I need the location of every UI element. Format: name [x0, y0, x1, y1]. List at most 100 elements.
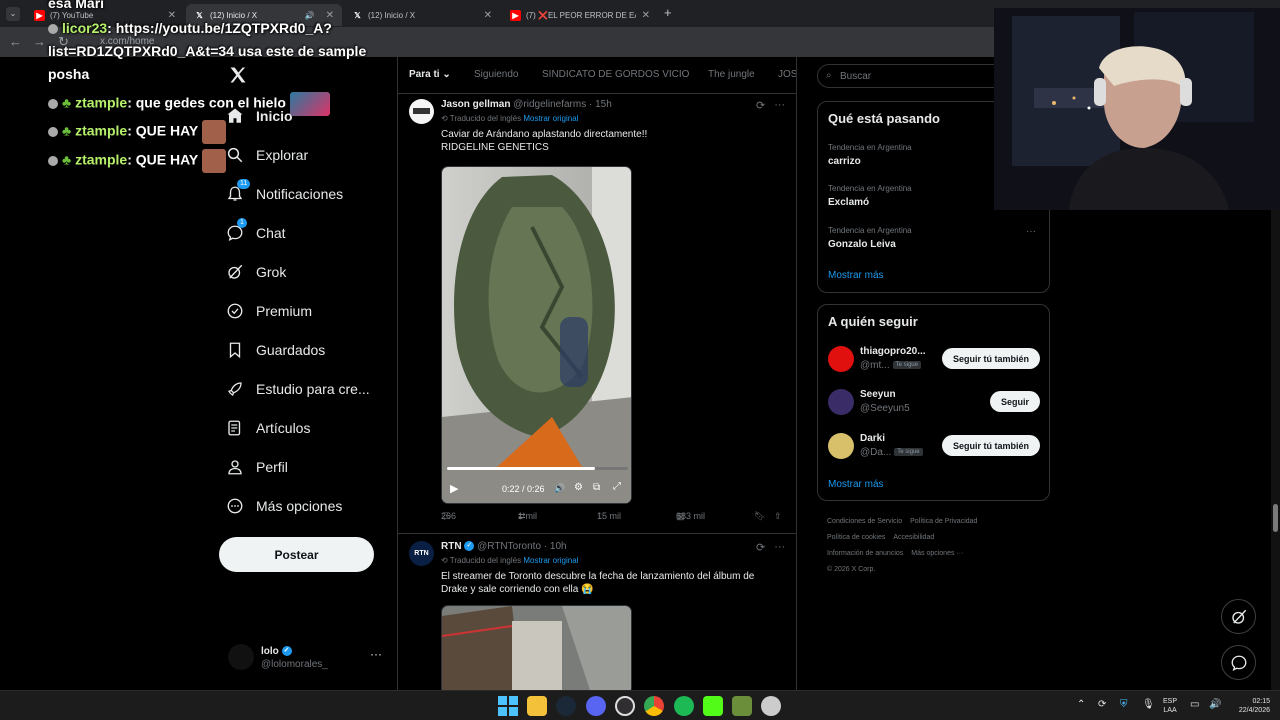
kick-icon[interactable] — [703, 696, 723, 716]
footer-link[interactable]: Información de anuncios — [827, 550, 903, 557]
discord-icon[interactable] — [586, 696, 606, 716]
author-handle[interactable]: @ridgelinefarms — [513, 99, 586, 110]
avatar[interactable] — [828, 389, 854, 415]
more-icon[interactable]: ··· — [774, 541, 785, 554]
bookmark-icon[interactable]: 🔖︎ — [754, 511, 765, 522]
browser-tab-youtube-2[interactable]: ▶ (7) ❌EL PEOR ERROR DE EA S ✕ — [502, 4, 658, 26]
more-icon[interactable]: ··· — [774, 99, 785, 112]
tray-shield-icon[interactable]: ⛨ — [1120, 700, 1128, 710]
post-button[interactable]: Postear — [219, 537, 374, 572]
suggestion-name[interactable]: Seeyun — [860, 389, 896, 400]
back-icon[interactable]: ← — [9, 34, 22, 49]
tab-the-jungle[interactable]: The jungle — [708, 69, 755, 80]
forward-icon[interactable]: → — [33, 34, 46, 49]
play-icon[interactable]: ▶ — [450, 482, 458, 495]
tweet[interactable]: Jason gellman @ridgelinefarms · 15h ⟳ ···… — [398, 99, 796, 534]
footer-link[interactable]: Más opciones ··· — [911, 550, 963, 557]
follow-suggestion[interactable]: Darki @Da... Te sigue Seguir tú también — [828, 432, 1040, 462]
x-logo-icon[interactable] — [228, 65, 248, 85]
tab-siguiendo[interactable]: Siguiendo — [474, 69, 518, 80]
nav-item-estudio[interactable]: Estudio para cre... — [226, 374, 370, 404]
more-icon[interactable]: ··· — [370, 647, 382, 661]
fullscreen-icon[interactable]: ⤢ — [613, 481, 621, 492]
reload-icon[interactable]: ↻ — [58, 34, 69, 50]
nav-item-mas-opciones[interactable]: Más opciones — [226, 491, 342, 521]
messages-float-button[interactable] — [1221, 645, 1256, 680]
close-tab-icon[interactable]: ✕ — [326, 10, 334, 21]
spotify-icon[interactable] — [674, 696, 694, 716]
clock[interactable]: 02:15 22/4/2026 — [1226, 697, 1270, 715]
footer-link[interactable]: Condiciones de Servicio — [827, 518, 902, 525]
follow-suggestion[interactable]: Seeyun @Seeyun5 Seguir — [828, 388, 1040, 418]
nav-item-premium[interactable]: Premium — [226, 296, 312, 326]
app-icon[interactable] — [761, 696, 781, 716]
author-name[interactable]: RTN — [441, 541, 462, 552]
browser-tab-x[interactable]: 𝕏 (12) Inicio / X ✕ — [344, 4, 500, 26]
language-indicator[interactable]: ESP LAA — [1163, 697, 1177, 715]
nav-item-guardados[interactable]: Guardados — [226, 335, 325, 365]
nav-item-notificaciones[interactable]: 11 Notificaciones — [226, 179, 343, 209]
trend-item[interactable]: Tendencia en Argentina carrizo — [828, 143, 912, 167]
follow-back-button[interactable]: Seguir tú también — [941, 348, 1040, 369]
settings-icon[interactable]: ⚙ — [574, 482, 583, 493]
scrollbar-thumb[interactable] — [1273, 504, 1278, 532]
browser-tab-youtube[interactable]: ▶ (7) YouTube ✕ — [26, 4, 184, 26]
chrome-icon[interactable] — [644, 696, 664, 716]
tab-para-ti[interactable]: Para ti ⌄ — [409, 69, 451, 80]
url-field[interactable]: x.com/home — [100, 36, 154, 47]
avatar[interactable] — [828, 433, 854, 459]
speaker-icon[interactable]: 🔊 — [305, 11, 315, 20]
avatar[interactable] — [828, 346, 854, 372]
tab-sindicato[interactable]: SINDICATO DE GORDOS VICIO — [542, 69, 689, 80]
close-tab-icon[interactable]: ✕ — [642, 10, 650, 21]
tweet-image[interactable] — [441, 605, 632, 690]
grok-float-button[interactable] — [1221, 599, 1256, 634]
file-explorer-icon[interactable] — [527, 696, 547, 716]
nav-item-chat[interactable]: 1 Chat — [226, 218, 286, 248]
trend-item[interactable]: Tendencia en Argentina Exclamó — [828, 184, 912, 208]
author-handle[interactable]: @RTNToronto — [477, 541, 541, 552]
tab-jos[interactable]: JOS — [778, 69, 796, 80]
show-more-follow-link[interactable]: Mostrar más — [828, 479, 884, 490]
footer-link[interactable]: Política de cookies — [827, 534, 885, 541]
trend-item[interactable]: Tendencia en Argentina Gonzalo Leiva — [828, 226, 912, 250]
follow-back-button[interactable]: Seguir tú también — [941, 435, 1040, 456]
follow-button[interactable]: Seguir — [989, 391, 1040, 412]
tray-app-icon[interactable]: ⟳ — [1098, 700, 1106, 710]
share-icon[interactable]: ⇧ — [774, 511, 782, 522]
volume-icon[interactable]: 🔊 — [554, 483, 565, 494]
tweet-time[interactable]: · 10h — [544, 541, 567, 552]
follow-suggestion[interactable]: thiagopro20... @mt... Te sigue Seguir tú … — [828, 345, 1040, 375]
nav-item-grok[interactable]: Grok — [226, 257, 286, 287]
chevron-up-icon[interactable]: ⌃ — [1077, 700, 1085, 710]
nav-item-perfil[interactable]: Perfil — [226, 452, 288, 482]
footer-link[interactable]: Política de Privacidad — [910, 518, 977, 525]
show-original-link[interactable]: Mostrar original — [523, 556, 578, 565]
windows-start-icon[interactable] — [498, 696, 518, 716]
account-switcher[interactable]: lolo ✓ @lolomorales_ ··· — [228, 644, 388, 674]
grok-icon[interactable]: ⟳ — [756, 99, 765, 112]
nav-item-explorar[interactable]: Explorar — [226, 140, 308, 170]
show-more-trends-link[interactable]: Mostrar más — [828, 270, 884, 281]
display-icon[interactable]: ▭ — [1190, 700, 1199, 710]
suggestion-name[interactable]: thiagopro20... — [860, 346, 926, 357]
minecraft-icon[interactable] — [732, 696, 752, 716]
close-tab-icon[interactable]: ✕ — [484, 10, 492, 21]
author-name[interactable]: Jason gellman — [441, 99, 510, 110]
grok-icon[interactable]: ⟳ — [756, 541, 765, 554]
new-tab-button[interactable]: + — [664, 5, 672, 20]
pip-icon[interactable]: ⧉ — [593, 482, 600, 493]
avatar[interactable] — [409, 99, 434, 124]
tweet[interactable]: RTN RTN ✓ @RTNToronto · 10h ⟳ ··· ⟲ Tradu… — [398, 541, 796, 690]
footer-link[interactable]: Accesibilidad — [893, 534, 934, 541]
more-icon[interactable]: ··· — [1026, 226, 1036, 237]
microphone-icon[interactable]: 🎙︎ — [1142, 700, 1155, 710]
video-player[interactable]: ▶ 0:22 / 0:26 🔊 ⚙ ⧉ ⤢ — [441, 166, 632, 504]
avatar[interactable]: RTN — [409, 541, 434, 566]
tab-list-dropdown[interactable]: ⌄ — [6, 7, 20, 21]
suggestion-name[interactable]: Darki — [860, 433, 885, 444]
tweet-time[interactable]: · 15h — [589, 99, 612, 110]
nav-item-inicio[interactable]: Inicio — [226, 101, 293, 131]
obs-icon[interactable] — [615, 696, 635, 716]
close-tab-icon[interactable]: ✕ — [168, 10, 176, 21]
